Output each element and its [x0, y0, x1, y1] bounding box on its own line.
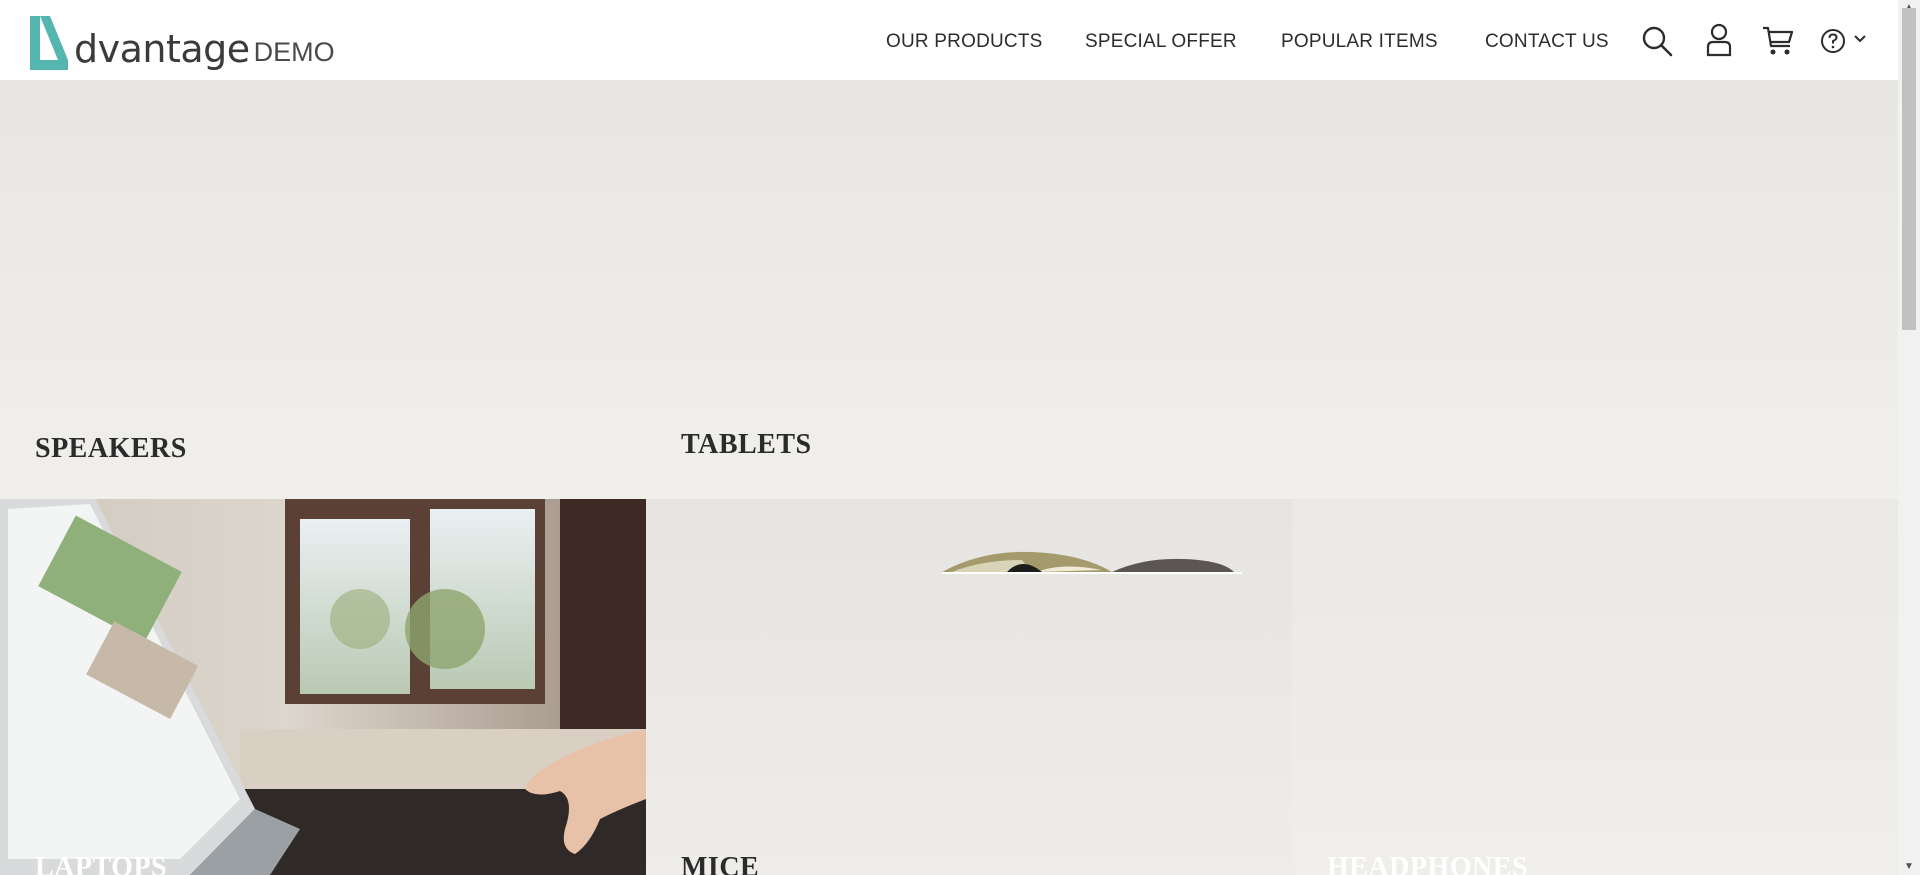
- chevron-down-icon[interactable]: [1853, 34, 1867, 44]
- site-header: dvantage DEMO OUR PRODUCTS SPECIAL OFFER…: [0, 0, 1898, 81]
- nav-special-offer[interactable]: SPECIAL OFFER: [1085, 31, 1237, 53]
- logo[interactable]: dvantage DEMO: [28, 12, 335, 72]
- user-icon[interactable]: [1706, 23, 1732, 57]
- scroll-down-arrow-icon[interactable]: ▼: [1898, 859, 1920, 875]
- scroll-thumb[interactable]: [1902, 8, 1916, 330]
- vertical-scrollbar[interactable]: ▲ ▼: [1898, 0, 1920, 875]
- speakers-label[interactable]: SPEAKERS: [35, 433, 187, 465]
- nav-our-products[interactable]: OUR PRODUCTS: [886, 31, 1043, 53]
- speakers-tile[interactable]: SPEAKERS: [0, 81, 646, 499]
- mice-label[interactable]: MICE: [681, 852, 759, 875]
- headphones-label[interactable]: HEADPHONES: [1327, 852, 1528, 875]
- nav-popular-items[interactable]: POPULAR ITEMS: [1281, 31, 1438, 53]
- help-icon[interactable]: [1820, 28, 1846, 54]
- laptops-label[interactable]: LAPTOPS: [35, 852, 167, 875]
- tablets-tile[interactable]: TABLETS: [646, 81, 1898, 499]
- laptop-photo: [0, 499, 646, 875]
- laptops-tile[interactable]: LAPTOPS: [0, 499, 646, 875]
- tablets-label[interactable]: TABLETS: [681, 429, 812, 461]
- cart-icon[interactable]: [1762, 26, 1794, 56]
- brand-suffix: DEMO: [253, 37, 335, 67]
- logo-mark-icon: [30, 16, 68, 70]
- nav-contact-us[interactable]: CONTACT US: [1485, 31, 1609, 53]
- headphones-tile[interactable]: HEADPHONES: [1292, 499, 1898, 875]
- brand-name: dvantage: [74, 27, 250, 71]
- mice-product-image: [942, 551, 1242, 574]
- category-banner-top: SPEAKERS TABLETS: [0, 81, 1898, 499]
- mice-tile[interactable]: MICE: [646, 499, 1292, 875]
- search-icon[interactable]: [1641, 25, 1673, 57]
